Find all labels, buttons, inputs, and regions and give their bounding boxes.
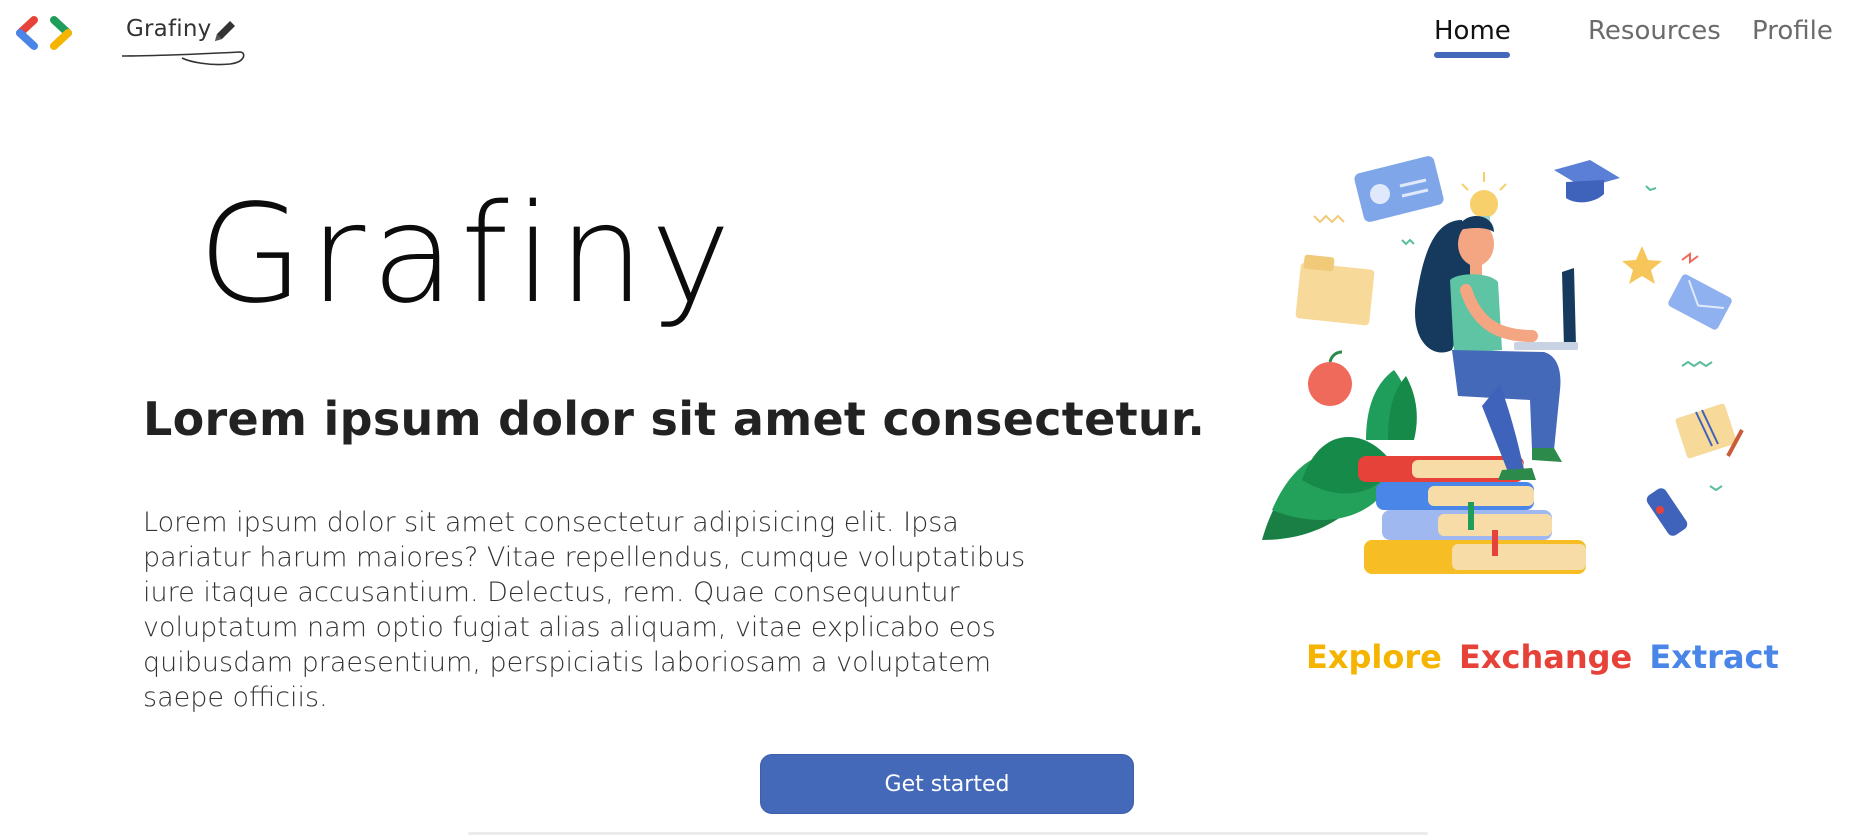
tagline: Explore Exchange Extract [1306, 638, 1785, 676]
pencil-icon [215, 21, 235, 41]
student-figure [1414, 215, 1578, 480]
hero-title: Grafiny [198, 176, 737, 334]
active-tab-indicator [1434, 52, 1510, 58]
tagline-explore: Explore [1306, 638, 1442, 676]
student-on-books-illustration [1262, 156, 1744, 574]
hero-subtitle: Lorem ipsum dolor sit amet consectetur. [143, 392, 1206, 446]
books-stack [1358, 456, 1586, 574]
tagline-extract: Extract [1649, 638, 1779, 676]
diploma-icon [1646, 488, 1688, 536]
brand-wordmark: Grafiny [104, 16, 252, 70]
tagline-exchange: Exchange [1458, 638, 1633, 676]
hero-description: Lorem ipsum dolor sit amet consectetur a… [143, 507, 1026, 713]
nav-link-resources[interactable]: Resources [1588, 16, 1721, 46]
id-card-icon [1354, 156, 1444, 222]
top-navbar: Grafiny Home Resources Profile [0, 0, 1873, 70]
notepad-icon [1675, 403, 1744, 459]
brand[interactable]: Grafiny [16, 16, 245, 66]
star-icon [1622, 246, 1662, 284]
envelope-icon [1668, 274, 1732, 330]
code-chevrons-icon [16, 16, 72, 50]
nav-link-home[interactable]: Home [1434, 16, 1511, 46]
get-started-button[interactable]: Get started [760, 754, 1134, 814]
signature-underline [121, 51, 245, 66]
brand-name: Grafiny [126, 16, 212, 42]
nav-link-profile[interactable]: Profile [1752, 16, 1833, 46]
folder-icon [1295, 254, 1375, 326]
graduation-cap-icon [1554, 160, 1620, 203]
apple-icon [1308, 350, 1352, 406]
